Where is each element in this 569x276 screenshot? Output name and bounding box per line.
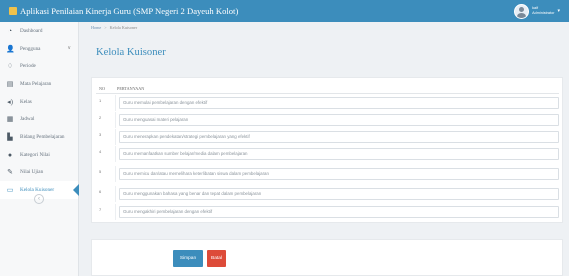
bullhorn-icon: ◂) [7,97,13,106]
sidebar-item-bidang-pembelajaran[interactable]: ▙ Bidang Pembelajaran [0,128,78,146]
column-header-question: PERTANYAAN [117,86,145,91]
table-row: 6 Guru menggunakan bahasa yang benar dan … [96,186,559,202]
question-input[interactable]: Guru memulai pembelajaran dengan efektif [119,97,559,109]
page-title: Kelola Kuisoner [96,47,166,58]
table-row: 5 Guru memicu dan/atau memelihara keterli… [96,166,559,182]
avatar [514,3,530,19]
sidebar: ◔ Dashboard 👤 Pengguna ∨ ♢ Periode ▤ Mata Pel… [0,22,79,276]
questionnaire-panel: NO PERTANYAAN 1 Guru memulai pembelajaran… [91,77,563,223]
app-title-text: Aplikasi Penilaian Kinerja Guru (SMP Neg… [20,6,239,16]
top-navbar: Aplikasi Penilaian Kinerja Guru (SMP Neg… [0,0,569,22]
chevron-down-icon: ∨ [67,45,71,51]
sidebar-item-pengguna[interactable]: 👤 Pengguna ∨ [0,40,78,58]
question-input[interactable]: Guru memanfaatkan sumber belajar/media d… [119,148,559,160]
bell-icon: ♢ [6,62,14,71]
breadcrumb-home[interactable]: Home [91,25,101,30]
sidebar-item-kategori-nilai[interactable]: ● Kategori Nilai [0,146,78,164]
column-header-no: NO [99,86,106,91]
sidebar-item-periode[interactable]: ♢ Periode [0,57,78,75]
question-input[interactable]: Guru menerapkan pendekatan/strategi pemb… [119,131,559,143]
cancel-button[interactable]: Batal [207,250,226,267]
app-title: Aplikasi Penilaian Kinerja Guru (SMP Neg… [9,6,238,16]
dashboard-icon: ◔ [7,26,13,35]
table-row: 1 Guru memulai pembelajaran dengan efekti… [96,95,559,111]
breadcrumb-current: Kelola Kuisoner [109,25,138,30]
active-indicator [73,184,79,197]
sidebar-item-mata-pelajaran[interactable]: ▤ Mata Pelajaran [0,75,78,93]
sidebar-item-kelas[interactable]: ◂) Kelas [0,93,78,111]
sidebar-collapse-button[interactable]: ‹ [34,194,44,204]
edit-icon: ✎ [7,168,13,177]
table-header: NO PERTANYAAN [96,84,559,94]
book-icon: ▤ [6,79,14,88]
table-row: 4 Guru memanfaatkan sumber belajar/media … [96,146,559,162]
question-input[interactable]: Guru menggunakan bahasa yang benar dan t… [119,188,559,200]
file-icon: ▙ [7,132,13,141]
question-input[interactable]: Guru mengakhiri pembelajaran dengan efek… [119,206,559,218]
user-role: Administrator [532,11,555,15]
sidebar-item-dashboard[interactable]: ◔ Dashboard [0,22,78,40]
question-input[interactable]: Guru memicu dan/atau memelihara keterlib… [119,168,559,180]
user-menu[interactable]: kaif Administrator ▾ [514,2,560,20]
breadcrumb: Home > Kelola Kuisoner [91,25,138,30]
table-row: 3 Guru menerapkan pendekatan/strategi pem… [96,129,559,145]
form-actions: Simpan Batal [91,239,563,276]
caret-down-icon: ▾ [557,8,560,14]
table-row: 7 Guru mengakhiri pembelajaran dengan efe… [96,204,559,220]
calendar-icon: ▦ [6,115,14,124]
logo-icon [9,7,17,15]
sidebar-item-nilai-ujian[interactable]: ✎ Nilai Ujian [0,164,78,182]
save-button[interactable]: Simpan [173,250,203,267]
user-icon: 👤 [6,44,15,53]
question-input[interactable]: Guru menguasai materi pelajaran [119,114,559,126]
sidebar-item-jadwal[interactable]: ▦ Jadwal [0,110,78,128]
list-icon: ▭ [6,186,14,195]
circle-icon: ● [7,150,13,159]
table-row: 2 Guru menguasai materi pelajaran [96,112,559,128]
